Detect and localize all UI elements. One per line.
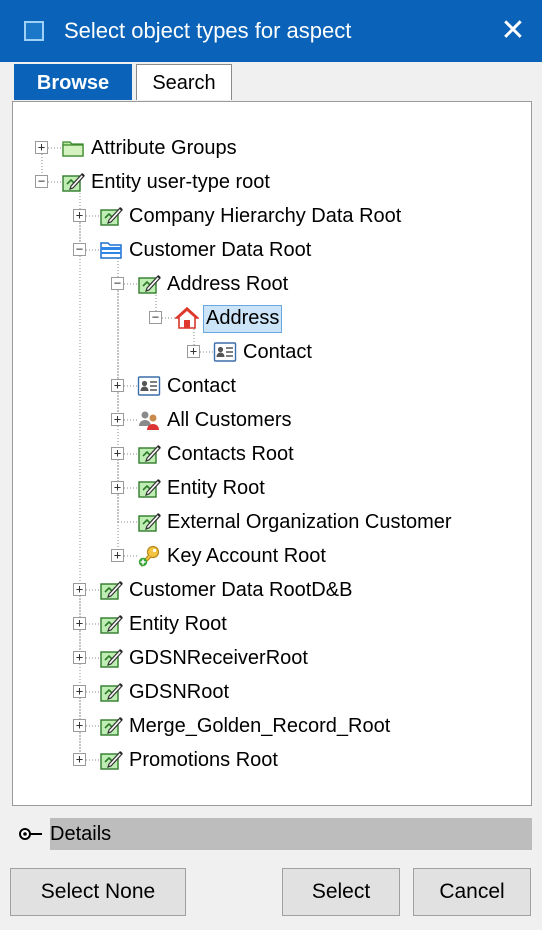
tree-node-label[interactable]: Contacts Root bbox=[165, 441, 296, 467]
tree-node-label[interactable]: Address Root bbox=[165, 271, 290, 297]
expand-node-button[interactable]: + bbox=[187, 345, 200, 358]
folder-blue-icon bbox=[99, 238, 123, 262]
expand-node-button[interactable]: + bbox=[73, 583, 86, 596]
tab-search[interactable]: Search bbox=[136, 64, 232, 100]
tree-node-label[interactable]: Entity Root bbox=[127, 611, 229, 637]
dialog-window: Select object types for aspect ✕ Browse … bbox=[0, 0, 542, 930]
tree-node[interactable]: − Entity user-type root bbox=[13, 167, 531, 197]
entity-type-icon bbox=[61, 170, 85, 194]
entity-type-icon bbox=[99, 680, 123, 704]
expand-node-button[interactable]: + bbox=[73, 719, 86, 732]
close-button[interactable]: ✕ bbox=[484, 0, 542, 62]
entity-type-icon bbox=[99, 204, 123, 228]
tree-node-label[interactable]: Key Account Root bbox=[165, 543, 328, 569]
tree-node[interactable]: − Address bbox=[13, 303, 531, 333]
details-header-bar[interactable] bbox=[50, 818, 532, 850]
tab-browse[interactable]: Browse bbox=[14, 64, 132, 100]
tree-node[interactable]: + Entity Root bbox=[13, 473, 531, 503]
details-label: Details bbox=[50, 823, 112, 845]
tree-node-label[interactable]: Address bbox=[203, 305, 283, 333]
tree-node[interactable]: + Merge_Golden_Record_Root bbox=[13, 711, 531, 741]
entity-type-icon bbox=[99, 748, 123, 772]
collapse-node-button[interactable]: − bbox=[73, 243, 86, 256]
tree-node[interactable]: + Customer Data RootD&B bbox=[13, 575, 531, 605]
tree-node-label[interactable]: Customer Data Root bbox=[127, 237, 313, 263]
entity-type-icon bbox=[99, 714, 123, 738]
details-section[interactable]: Details bbox=[18, 818, 532, 850]
expand-node-button[interactable]: + bbox=[73, 685, 86, 698]
tree-panel[interactable]: + Attribute Groups − Entity user-type root +… bbox=[12, 101, 532, 806]
tree-node-label[interactable]: Customer Data RootD&B bbox=[127, 577, 354, 603]
expand-node-button[interactable]: + bbox=[35, 141, 48, 154]
tree-node[interactable]: + Contacts Root bbox=[13, 439, 531, 469]
expand-details-icon[interactable] bbox=[18, 824, 48, 844]
house-icon bbox=[173, 306, 201, 330]
tree-node-label[interactable]: Promotions Root bbox=[127, 747, 280, 773]
expand-node-button[interactable]: + bbox=[111, 447, 124, 460]
tree-node-label[interactable]: Contact bbox=[165, 373, 238, 399]
tree-node-label[interactable]: Entity user-type root bbox=[89, 169, 272, 195]
expand-node-button[interactable]: + bbox=[111, 379, 124, 392]
cancel-button[interactable]: Cancel bbox=[413, 868, 531, 916]
title-bar: Select object types for aspect ✕ bbox=[0, 0, 542, 62]
entity-type-icon bbox=[137, 272, 161, 296]
folder-icon bbox=[61, 136, 85, 160]
tree-node[interactable]: + Contact bbox=[13, 371, 531, 401]
tree-node-label[interactable]: External Organization Customer bbox=[165, 509, 454, 535]
collapse-node-button[interactable]: − bbox=[149, 311, 162, 324]
select-button[interactable]: Select bbox=[282, 868, 400, 916]
object-type-tree[interactable]: + Attribute Groups − Entity user-type root +… bbox=[13, 102, 531, 805]
tree-node[interactable]: + Promotions Root bbox=[13, 745, 531, 775]
tree-node[interactable]: − Address Root bbox=[13, 269, 531, 299]
tree-node-label[interactable]: Contact bbox=[241, 339, 314, 365]
entity-type-icon bbox=[99, 612, 123, 636]
expand-node-button[interactable]: + bbox=[111, 481, 124, 494]
entity-type-icon bbox=[137, 476, 161, 500]
entity-type-icon bbox=[99, 646, 123, 670]
entity-type-icon bbox=[99, 578, 123, 602]
tree-node-label[interactable]: GDSNReceiverRoot bbox=[127, 645, 310, 671]
key-icon bbox=[137, 544, 161, 568]
tree-node[interactable]: + Attribute Groups bbox=[13, 133, 531, 163]
customers-icon bbox=[137, 408, 161, 432]
collapse-node-button[interactable]: − bbox=[35, 175, 48, 188]
tree-node-label[interactable]: Company Hierarchy Data Root bbox=[127, 203, 403, 229]
tree-node[interactable]: + Company Hierarchy Data Root bbox=[13, 201, 531, 231]
expand-node-button[interactable]: + bbox=[73, 753, 86, 766]
tree-node[interactable]: + Entity Root bbox=[13, 609, 531, 639]
contact-card-icon bbox=[137, 374, 161, 398]
tree-node[interactable]: + GDSNRoot bbox=[13, 677, 531, 707]
expand-node-button[interactable]: + bbox=[73, 617, 86, 630]
window-icon bbox=[24, 21, 44, 41]
tree-node-label[interactable]: Entity Root bbox=[165, 475, 267, 501]
entity-type-icon bbox=[137, 510, 161, 534]
tree-node-label[interactable]: All Customers bbox=[165, 407, 293, 433]
collapse-node-button[interactable]: − bbox=[111, 277, 124, 290]
expand-node-button[interactable]: + bbox=[73, 651, 86, 664]
tree-node[interactable]: External Organization Customer bbox=[13, 507, 531, 537]
window-title: Select object types for aspect bbox=[64, 18, 352, 43]
tree-node-label[interactable]: GDSNRoot bbox=[127, 679, 231, 705]
tree-node[interactable]: − Customer Data Root bbox=[13, 235, 531, 265]
tree-node[interactable]: + GDSNReceiverRoot bbox=[13, 643, 531, 673]
tree-node[interactable]: + Key Account Root bbox=[13, 541, 531, 571]
expand-node-button[interactable]: + bbox=[111, 413, 124, 426]
tree-node[interactable]: + Contact bbox=[13, 337, 531, 367]
tree-node-label[interactable]: Merge_Golden_Record_Root bbox=[127, 713, 392, 739]
contact-card-icon bbox=[213, 340, 237, 364]
entity-type-icon bbox=[137, 442, 161, 466]
select-none-button[interactable]: Select None bbox=[10, 868, 186, 916]
expand-node-button[interactable]: + bbox=[111, 549, 124, 562]
tree-node[interactable]: + All Customers bbox=[13, 405, 531, 435]
expand-node-button[interactable]: + bbox=[73, 209, 86, 222]
tree-node-label[interactable]: Attribute Groups bbox=[89, 135, 239, 161]
